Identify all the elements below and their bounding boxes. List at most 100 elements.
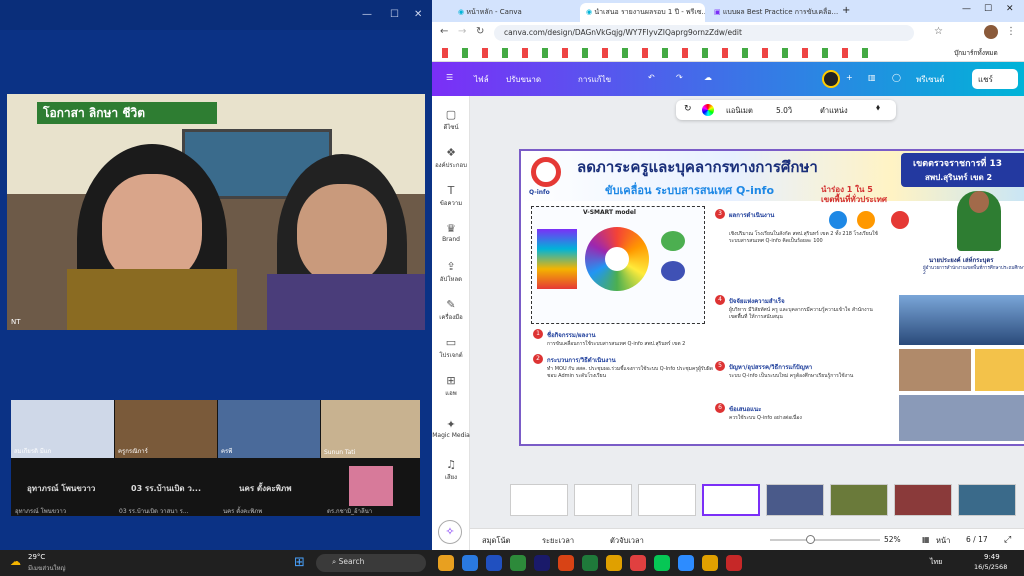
hamburger-icon[interactable]: ☰ bbox=[446, 73, 453, 82]
paint-format-icon[interactable]: ⬧ bbox=[876, 103, 880, 113]
app-icon-3[interactable] bbox=[510, 555, 526, 571]
acrobat-icon[interactable] bbox=[726, 555, 742, 571]
notes-button[interactable]: สมุดโน้ต bbox=[482, 535, 510, 547]
q-info-logo-icon bbox=[531, 157, 561, 187]
duration-footer-button[interactable]: ระยะเวลา bbox=[542, 535, 574, 547]
participant-tile-4[interactable]: Sunun Tati bbox=[321, 400, 420, 458]
menu-dots-icon[interactable]: ⋮ bbox=[1006, 26, 1016, 37]
back-icon[interactable]: ← bbox=[440, 26, 448, 37]
zoom-slider[interactable] bbox=[770, 539, 880, 541]
redo-icon[interactable]: ↷ bbox=[676, 73, 683, 82]
clock-date[interactable]: 16/5/2568 bbox=[974, 563, 1007, 571]
file-menu[interactable]: ไฟล์ bbox=[474, 73, 489, 86]
present-button[interactable]: พรีเซนต์ bbox=[916, 73, 944, 86]
excel-icon[interactable] bbox=[582, 555, 598, 571]
model-wheel-center bbox=[605, 247, 629, 271]
section-number: 6 bbox=[715, 403, 725, 413]
text-icon: T bbox=[447, 184, 455, 197]
all-bookmarks-link[interactable]: บุ๊กมาร์กทั้งหมด bbox=[954, 48, 998, 58]
clock-time[interactable]: 9:49 bbox=[984, 553, 1000, 561]
app-icon-1[interactable] bbox=[462, 555, 478, 571]
collaborator-avatar[interactable] bbox=[822, 70, 840, 88]
presentation-slide[interactable]: Q-info ลดภาระครูและบุคลากรทางการศึกษา ขั… bbox=[519, 149, 1024, 446]
weather-temp: 29°C bbox=[28, 553, 46, 561]
page-thumbnail[interactable] bbox=[830, 484, 888, 516]
sidebar-item-magic-media[interactable]: ✦ Magic Media bbox=[432, 418, 470, 439]
chrome-icon-2[interactable] bbox=[702, 555, 718, 571]
page-thumbnail-active[interactable] bbox=[702, 484, 760, 516]
forward-icon[interactable]: → bbox=[458, 26, 466, 37]
edit-mode-menu[interactable]: การแก้ไข bbox=[578, 73, 611, 86]
sidebar-item-tools[interactable]: ✎ เครื่องมือ bbox=[432, 298, 470, 322]
app-icon-5[interactable] bbox=[558, 555, 574, 571]
sidebar-item-apps[interactable]: ⊞ แอพ bbox=[432, 374, 470, 398]
share-button[interactable]: แชร์ bbox=[972, 69, 1018, 89]
bookmark-star-icon[interactable]: ☆ bbox=[934, 26, 943, 37]
cloud-sync-icon[interactable]: ☁ bbox=[704, 73, 712, 82]
position-button[interactable]: ตำแหน่ง bbox=[820, 105, 848, 117]
page-thumbnail[interactable] bbox=[766, 484, 824, 516]
maximize-icon[interactable]: ☐ bbox=[390, 9, 399, 20]
participant-thumb-small[interactable] bbox=[349, 466, 393, 506]
close-icon[interactable]: ✕ bbox=[1006, 4, 1014, 14]
main-video-feed[interactable]: โอกาสา ลิกษา ชีวิต NT bbox=[7, 94, 425, 330]
comment-icon[interactable]: ◯ bbox=[892, 73, 901, 82]
page-thumbnail[interactable] bbox=[958, 484, 1016, 516]
animate-button[interactable]: แอนิเมต bbox=[726, 105, 753, 117]
elements-icon: ❖ bbox=[446, 146, 456, 159]
color-picker-icon[interactable] bbox=[702, 104, 714, 116]
page-thumbnail[interactable] bbox=[638, 484, 696, 516]
sidebar-item-projects[interactable]: ▭ โปรเจกต์ bbox=[432, 336, 470, 360]
new-tab-icon[interactable]: + bbox=[842, 5, 850, 16]
participant-tile-3[interactable]: ครพี bbox=[218, 400, 320, 458]
weather-icon[interactable]: ☁ bbox=[10, 555, 21, 568]
analytics-icon[interactable]: ▥ bbox=[868, 73, 876, 82]
section-heading: ชื่อกิจกรรม/ผลงาน bbox=[547, 332, 596, 339]
fullscreen-icon[interactable]: ⤢ bbox=[1004, 535, 1011, 545]
reload-icon[interactable]: ↻ bbox=[476, 26, 484, 37]
browser-tab-1[interactable]: ◉ หน้าหลัก - Canva bbox=[452, 3, 577, 22]
duration-button[interactable]: 5.0วิ bbox=[776, 105, 792, 117]
chrome-icon[interactable] bbox=[606, 555, 622, 571]
grid-view-icon[interactable]: ▦ bbox=[922, 535, 930, 544]
zoom-icon[interactable] bbox=[678, 555, 694, 571]
windows-start-icon[interactable]: ⊞ bbox=[294, 555, 305, 570]
sidebar-item-design[interactable]: ▢ ดีไซน์ bbox=[432, 108, 470, 132]
close-icon[interactable]: ✕ bbox=[414, 9, 422, 20]
page-thumbnail[interactable] bbox=[574, 484, 632, 516]
add-collaborator-icon[interactable]: + bbox=[846, 73, 853, 82]
browser-tab-3[interactable]: ▣ แบบผล Best Practice การขับเคลื่อ... bbox=[708, 3, 838, 22]
sidebar-item-elements[interactable]: ❖ องค์ประกอบ bbox=[432, 146, 470, 170]
timer-button[interactable]: ตัวจับเวลา bbox=[610, 535, 644, 547]
pages-button[interactable]: หน้า bbox=[936, 535, 950, 547]
sidebar-item-uploads[interactable]: ⇪ อัปโหลด bbox=[432, 260, 470, 284]
maximize-icon[interactable]: ☐ bbox=[984, 4, 992, 14]
taskbar-search[interactable]: ⌕ Search bbox=[316, 554, 426, 572]
page-thumbnail[interactable] bbox=[510, 484, 568, 516]
file-explorer-icon[interactable] bbox=[438, 555, 454, 571]
sidebar-item-brand[interactable]: ♛ Brand bbox=[432, 222, 470, 243]
undo-icon[interactable]: ↶ bbox=[648, 73, 655, 82]
app-icon-4[interactable] bbox=[534, 555, 550, 571]
participant-tile-2[interactable]: ครูกรณิการ์ bbox=[115, 400, 217, 458]
bookmark-favicons[interactable] bbox=[442, 48, 882, 58]
section-heading: กระบวนการ/วิธีดำเนินงาน bbox=[547, 357, 616, 364]
language-indicator[interactable]: ไทย bbox=[930, 557, 942, 568]
app-icon-2[interactable] bbox=[486, 555, 502, 571]
participant-tile-1[interactable]: สมเกียรติ มีแก bbox=[11, 400, 114, 458]
refresh-icon[interactable]: ↻ bbox=[684, 104, 692, 114]
minimize-icon[interactable]: — bbox=[362, 9, 372, 20]
browser-tab-2[interactable]: ◉ นำเสนอ รายงานผลรอบ 1 ปี - พรีเซ... bbox=[580, 3, 705, 22]
app-icon-6[interactable] bbox=[630, 555, 646, 571]
page-thumbnail[interactable] bbox=[894, 484, 952, 516]
magic-assistant-icon[interactable]: ✧ bbox=[438, 520, 462, 544]
url-input[interactable]: canva.com/design/DAGnVkGqjg/WY7FIyvZIQap… bbox=[494, 25, 914, 41]
tab-label: หน้าหลัก - Canva bbox=[466, 8, 522, 16]
sidebar-item-text[interactable]: T ข้อความ bbox=[432, 184, 470, 208]
line-icon[interactable] bbox=[654, 555, 670, 571]
resize-menu[interactable]: ปรับขนาด bbox=[506, 73, 541, 86]
minimize-icon[interactable]: — bbox=[962, 4, 971, 14]
profile-avatar[interactable] bbox=[984, 25, 998, 39]
sidebar-item-audio[interactable]: ♫ เสียง bbox=[432, 458, 470, 482]
zoom-slider-handle[interactable] bbox=[806, 535, 815, 544]
